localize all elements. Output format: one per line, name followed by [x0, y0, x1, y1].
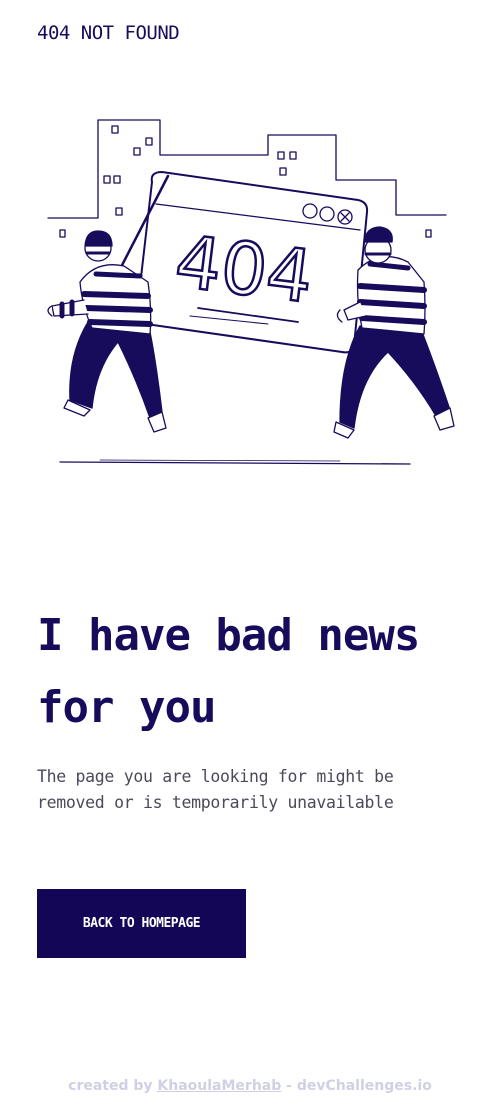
logo-text: 404 NOT FOUND: [37, 22, 180, 44]
footer-suffix: - devChallenges.io: [281, 1078, 432, 1094]
footer-prefix: created by: [68, 1078, 158, 1094]
screen-404-text: 404: [171, 219, 318, 319]
page-headline: I have bad news for you: [37, 610, 420, 733]
footer-credit: created by KhaoulaMerhab - devChallenges…: [0, 1078, 500, 1094]
back-to-homepage-button[interactable]: BACK TO HOMEPAGE: [37, 889, 246, 958]
author-link[interactable]: KhaoulaMerhab: [157, 1078, 281, 1094]
thieves-carrying-404-screen-illustration: 404: [47, 119, 455, 465]
page-description: The page you are looking for might be re…: [37, 767, 394, 812]
